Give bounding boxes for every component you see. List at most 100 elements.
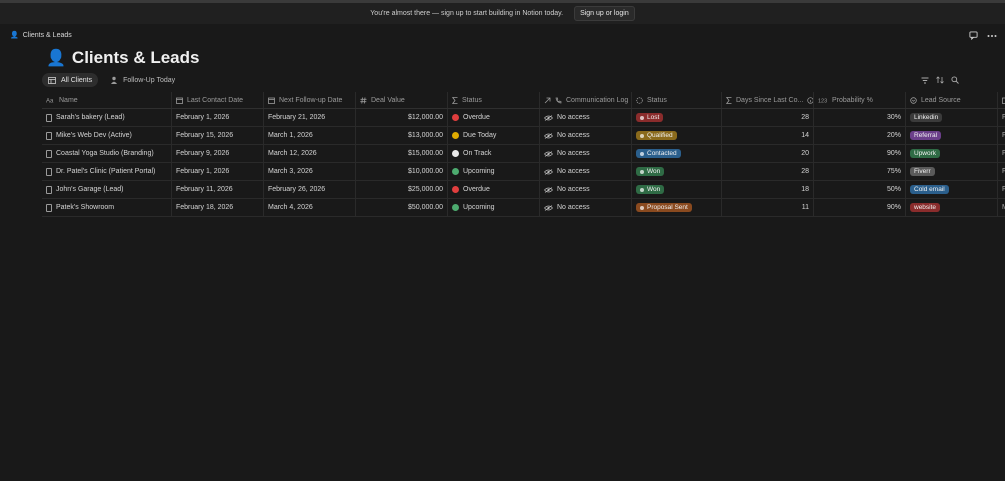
cell-name[interactable]: Patek's Showroom xyxy=(42,199,172,216)
cell-deal-value[interactable]: $50,000.00 xyxy=(356,199,448,216)
cell-comm-log[interactable]: No access xyxy=(540,145,632,162)
cell-comm-log[interactable]: No access xyxy=(540,163,632,180)
table-row[interactable]: John's Garage (Lead) February 11, 2026 Feb… xyxy=(42,181,1005,199)
cell-next-followup[interactable]: March 3, 2026 xyxy=(264,163,356,180)
cell-lead-source[interactable]: Linkedin xyxy=(906,109,998,126)
info-icon xyxy=(807,96,813,104)
filter-icon[interactable] xyxy=(921,76,929,84)
cell-deal-value[interactable]: $15,000.00 xyxy=(356,145,448,162)
breadcrumb[interactable]: 👤 Clients & Leads xyxy=(10,31,72,40)
table-row[interactable]: Dr. Patel's Clinic (Patient Portal) Febru… xyxy=(42,163,1005,181)
cell-last-contact[interactable]: February 9, 2026 xyxy=(172,145,264,162)
cell-next-followup[interactable]: March 12, 2026 xyxy=(264,145,356,162)
cell-status[interactable]: Qualified xyxy=(632,127,722,144)
comment-icon[interactable] xyxy=(969,31,978,40)
cell-status[interactable]: Proposal Sent xyxy=(632,199,722,216)
last-contact-date: February 18, 2026 xyxy=(176,204,234,211)
cell-status[interactable]: Contacted xyxy=(632,145,722,162)
cell-comm-log[interactable]: No access xyxy=(540,199,632,216)
cell-overflow[interactable]: F xyxy=(998,181,1005,198)
cell-days-since[interactable]: 28 xyxy=(722,163,814,180)
cell-comm-log[interactable]: No access xyxy=(540,109,632,126)
column-header-last-contact[interactable]: Last Contact Date xyxy=(172,92,264,108)
cell-status-formula[interactable]: Due Today xyxy=(448,127,540,144)
cell-status-formula[interactable]: On Track xyxy=(448,145,540,162)
cell-deal-value[interactable]: $12,000.00 xyxy=(356,109,448,126)
cell-status-formula[interactable]: Overdue xyxy=(448,109,540,126)
column-header-name[interactable]: Aa Name xyxy=(42,92,172,108)
cell-deal-value[interactable]: $13,000.00 xyxy=(356,127,448,144)
cell-probability[interactable]: 90% xyxy=(814,145,906,162)
cell-last-contact[interactable]: February 11, 2026 xyxy=(172,181,264,198)
cell-days-since[interactable]: 14 xyxy=(722,127,814,144)
cell-last-contact[interactable]: February 18, 2026 xyxy=(172,199,264,216)
cell-overflow[interactable]: F xyxy=(998,127,1005,144)
cell-days-since[interactable]: 18 xyxy=(722,181,814,198)
column-header-lead-source[interactable]: Lead Source xyxy=(906,92,998,108)
eye-off-icon xyxy=(544,204,553,211)
cell-name[interactable]: Mike's Web Dev (Active) xyxy=(42,127,172,144)
cell-lead-source[interactable]: Upwork xyxy=(906,145,998,162)
table-row[interactable]: Patek's Showroom February 18, 2026 March 4… xyxy=(42,199,1005,217)
cell-name[interactable]: Coastal Yoga Studio (Branding) xyxy=(42,145,172,162)
column-header-days-since[interactable]: Days Since Last Co... xyxy=(722,92,814,108)
cell-name[interactable]: John's Garage (Lead) xyxy=(42,181,172,198)
cell-comm-log[interactable]: No access xyxy=(540,127,632,144)
table-row[interactable]: Sarah's bakery (Lead) February 1, 2026 Feb… xyxy=(42,109,1005,127)
page-title: 👤 Clients & Leads xyxy=(46,48,199,68)
cell-probability[interactable]: 50% xyxy=(814,181,906,198)
cell-days-since[interactable]: 20 xyxy=(722,145,814,162)
cell-lead-source[interactable]: Cold email xyxy=(906,181,998,198)
column-header-comm-log[interactable]: Communication Log xyxy=(540,92,632,108)
table-row[interactable]: Mike's Web Dev (Active) February 15, 2026… xyxy=(42,127,1005,145)
cell-last-contact[interactable]: February 1, 2026 xyxy=(172,163,264,180)
cell-status[interactable]: Won xyxy=(632,181,722,198)
tab-all-clients[interactable]: All Clients xyxy=(42,73,99,87)
column-header-status[interactable]: Status xyxy=(632,92,722,108)
cell-status[interactable]: Won xyxy=(632,163,722,180)
cell-days-since[interactable]: 28 xyxy=(722,109,814,126)
cell-lead-source[interactable]: Fiverr xyxy=(906,163,998,180)
column-header-overflow[interactable] xyxy=(998,92,1005,108)
column-header-probability[interactable]: 123 Probability % xyxy=(814,92,906,108)
cell-probability[interactable]: 30% xyxy=(814,109,906,126)
tab-follow-up-today[interactable]: Follow-Up Today xyxy=(104,73,181,87)
cell-next-followup[interactable]: March 4, 2026 xyxy=(264,199,356,216)
cell-status-formula[interactable]: Upcoming xyxy=(448,199,540,216)
column-header-deal-value[interactable]: Deal Value xyxy=(356,92,448,108)
cell-name[interactable]: Dr. Patel's Clinic (Patient Portal) xyxy=(42,163,172,180)
sort-icon[interactable] xyxy=(936,76,944,84)
cell-lead-source[interactable]: Referral xyxy=(906,127,998,144)
cell-last-contact[interactable]: February 15, 2026 xyxy=(172,127,264,144)
cell-days-since[interactable]: 11 xyxy=(722,199,814,216)
cell-probability[interactable]: 90% xyxy=(814,199,906,216)
cell-comm-log[interactable]: No access xyxy=(540,181,632,198)
search-icon[interactable] xyxy=(951,76,959,84)
cell-status[interactable]: Lost xyxy=(632,109,722,126)
table-row[interactable]: Coastal Yoga Studio (Branding) February 9… xyxy=(42,145,1005,163)
cell-overflow[interactable]: F xyxy=(998,163,1005,180)
signup-login-button[interactable]: Sign up or login xyxy=(574,6,635,21)
pill-dot-icon xyxy=(640,133,644,138)
status-dot-icon xyxy=(452,168,459,175)
cell-overflow[interactable]: F xyxy=(998,109,1005,126)
more-options-icon[interactable] xyxy=(987,34,997,38)
cell-next-followup[interactable]: February 21, 2026 xyxy=(264,109,356,126)
cell-probability[interactable]: 75% xyxy=(814,163,906,180)
cell-next-followup[interactable]: March 1, 2026 xyxy=(264,127,356,144)
cell-probability[interactable]: 20% xyxy=(814,127,906,144)
cell-status-formula[interactable]: Upcoming xyxy=(448,163,540,180)
person-icon xyxy=(110,76,118,84)
cell-overflow[interactable]: F xyxy=(998,145,1005,162)
cell-last-contact[interactable]: February 1, 2026 xyxy=(172,109,264,126)
cell-deal-value[interactable]: $25,000.00 xyxy=(356,181,448,198)
status-pill: Won xyxy=(636,167,665,176)
cell-deal-value[interactable]: $10,000.00 xyxy=(356,163,448,180)
column-header-next-followup[interactable]: Next Follow-up Date xyxy=(264,92,356,108)
cell-next-followup[interactable]: February 26, 2026 xyxy=(264,181,356,198)
cell-lead-source[interactable]: website xyxy=(906,199,998,216)
cell-name[interactable]: Sarah's bakery (Lead) xyxy=(42,109,172,126)
cell-status-formula[interactable]: Overdue xyxy=(448,181,540,198)
column-header-status-formula[interactable]: Status xyxy=(448,92,540,108)
cell-overflow[interactable]: M xyxy=(998,199,1005,216)
